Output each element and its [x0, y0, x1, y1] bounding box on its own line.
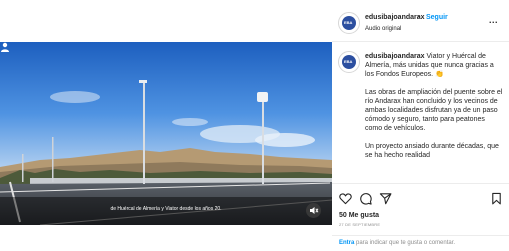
post-date: 27 DE SEPTIEMBRE	[339, 222, 381, 227]
caption-paragraph: Un proyecto ansiado durante décadas, que…	[365, 143, 499, 159]
audio-link[interactable]: Audio original	[365, 26, 401, 32]
login-prompt-suffix: para indicar que te gusta o comentar.	[354, 240, 456, 246]
share-icon[interactable]	[379, 192, 392, 205]
separator-dot: •	[418, 14, 421, 21]
caption-avatar[interactable]: EBA	[338, 51, 360, 73]
heart-icon[interactable]	[339, 192, 352, 205]
login-link[interactable]: Entra	[339, 240, 354, 246]
login-prompt-text: Entra para indicar que te gusta o coment…	[339, 240, 455, 246]
caption-paragraph: Las obras de ampliación del puente sobre…	[365, 89, 503, 132]
comment-icon[interactable]	[359, 192, 372, 205]
avatar-initials: EBA	[344, 20, 353, 25]
more-icon[interactable]: ...	[489, 15, 498, 25]
video-frame	[0, 42, 332, 225]
post-header: EBA edusibajoandarax • Seguir Audio orig…	[332, 0, 509, 42]
video-subtitle: de Huércal de Almería y Viator desde los…	[110, 206, 222, 212]
avatar-initials: EBA	[344, 59, 353, 64]
login-prompt: Entra para indicar que te gusta o coment…	[332, 235, 509, 251]
user-tag-icon[interactable]	[0, 42, 10, 52]
post-caption: edusibajoandarax Viator y Huércal de Alm…	[365, 52, 503, 182]
post-video[interactable]: de Huércal de Almería y Viator desde los…	[0, 42, 332, 225]
mute-button[interactable]	[306, 203, 321, 218]
follow-button[interactable]: Seguir	[426, 14, 448, 21]
username-link[interactable]: edusibajoandarax	[365, 14, 425, 21]
volume-off-icon	[310, 207, 319, 214]
avatar-logo: EBA	[342, 55, 356, 69]
action-bar	[332, 183, 509, 211]
avatar[interactable]: EBA	[338, 12, 360, 34]
caption-username[interactable]: edusibajoandarax	[365, 53, 425, 60]
bookmark-icon[interactable]	[490, 192, 503, 205]
likes-count[interactable]: 50 Me gusta	[339, 212, 379, 219]
post-side-panel: EBA edusibajoandarax • Seguir Audio orig…	[332, 0, 509, 251]
avatar-logo: EBA	[342, 16, 356, 30]
